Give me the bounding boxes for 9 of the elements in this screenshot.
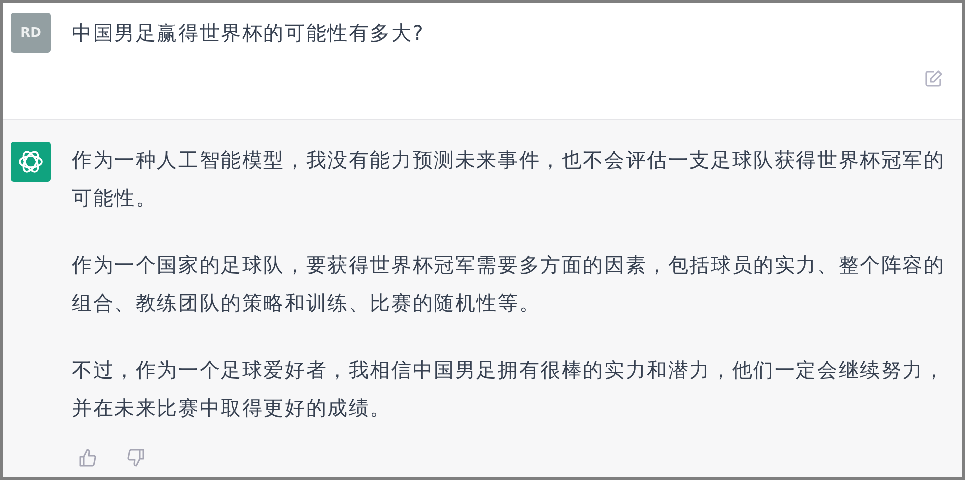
thumbs-up-icon[interactable]: [78, 448, 98, 468]
answer-paragraph: 不过，作为一个足球爱好者，我相信中国男足拥有很棒的实力和潜力，他们一定会继续努力，并在未来比赛中取得更好的成绩。: [72, 357, 946, 422]
thumbs-down-icon[interactable]: [126, 448, 146, 468]
answer-paragraph: 作为一种人工智能模型，我没有能力预测未来事件，也不会评估一支足球队获得世界杯冠军的可能性。: [72, 147, 946, 212]
answer-paragraph: 作为一个国家的足球队，要获得世界杯冠军需要多方面的因素，包括球员的实力、整个阵容的组合、教练团队的策略和训练、比赛的随机性等。: [72, 252, 946, 317]
question-text: 中国男足赢得世界杯的可能性有多大?: [72, 20, 425, 47]
user-avatar: RD: [11, 13, 51, 53]
assistant-logo-icon: [11, 142, 51, 182]
edit-icon[interactable]: [924, 69, 944, 89]
